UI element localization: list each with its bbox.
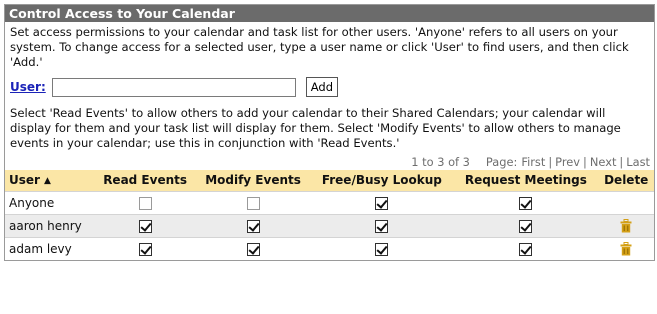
trash-icon[interactable]: [620, 242, 632, 256]
freebusy-lookup-checkbox[interactable]: [375, 242, 389, 256]
read-events-checkbox[interactable]: [138, 219, 152, 233]
permission-cell: [310, 236, 454, 260]
column-header-label: User: [9, 173, 40, 188]
permission-cell: [453, 213, 599, 237]
column-header-request-meetings: Request Meetings: [453, 170, 599, 191]
result-count: 1 to 3 of 3: [411, 155, 470, 169]
column-header-modify-events: Modify Events: [195, 170, 311, 191]
column-header-read-events: Read Events: [94, 170, 196, 191]
panel-title: Control Access to Your Calendar: [5, 5, 654, 22]
permission-cell: [195, 236, 311, 260]
next-page-link[interactable]: Next: [590, 155, 617, 169]
sort-ascending-icon[interactable]: ▲: [44, 176, 51, 186]
page-label: Page:: [485, 155, 518, 169]
first-page-link[interactable]: First: [521, 155, 545, 169]
user-entry-row: User: Add: [5, 75, 654, 99]
user-name-cell: aaron henry: [5, 213, 95, 237]
permission-cell: [310, 213, 454, 237]
help-text: Select 'Read Events' to allow others to …: [10, 106, 621, 150]
permission-cell: [195, 190, 311, 214]
read-events-checkbox[interactable]: [138, 196, 152, 210]
permission-cell: [453, 236, 599, 260]
column-header-user[interactable]: User ▲: [5, 170, 95, 191]
pager-divider: |: [619, 155, 624, 169]
prev-page-link[interactable]: Prev: [555, 155, 580, 169]
delete-cell: [598, 213, 654, 237]
user-name-cell: adam levy: [5, 236, 95, 260]
read-events-checkbox[interactable]: [138, 242, 152, 256]
column-header-freebusy-lookup: Free/Busy Lookup: [310, 170, 454, 191]
table-row: aaron henry: [5, 213, 654, 237]
permission-cell: [94, 236, 196, 260]
user-lookup-link[interactable]: User:: [10, 80, 46, 94]
request-meetings-checkbox[interactable]: [519, 219, 533, 233]
delete-cell: [598, 236, 654, 260]
request-meetings-checkbox[interactable]: [519, 196, 533, 210]
last-page-link[interactable]: Last: [626, 155, 650, 169]
pager-divider: |: [548, 155, 553, 169]
permission-cell: [94, 213, 196, 237]
permissions-table: User ▲ Read Events Modify Events Free/Bus…: [5, 170, 654, 260]
add-button[interactable]: Add: [305, 77, 339, 97]
modify-events-checkbox[interactable]: [246, 196, 260, 210]
modify-events-checkbox[interactable]: [246, 242, 260, 256]
pager-divider: |: [583, 155, 587, 169]
table-header-row: User ▲ Read Events Modify Events Free/Bus…: [5, 170, 654, 191]
permission-cell: [310, 190, 454, 214]
trash-icon[interactable]: [620, 218, 632, 233]
permission-cell: [195, 213, 311, 237]
delete-cell: [598, 190, 654, 214]
permission-cell: [94, 190, 196, 214]
intro-text: Set access permissions to your calendar …: [10, 25, 629, 69]
column-header-delete: Delete: [598, 170, 654, 191]
permission-cell: [453, 190, 599, 214]
request-meetings-checkbox[interactable]: [519, 242, 533, 256]
user-name-input[interactable]: [51, 77, 296, 97]
access-control-panel: Control Access to Your Calendar Set acce…: [4, 4, 655, 261]
modify-events-checkbox[interactable]: [246, 219, 260, 233]
user-name-cell: Anyone: [5, 190, 95, 214]
table-row: adam levy: [5, 236, 654, 260]
freebusy-lookup-checkbox[interactable]: [375, 219, 389, 233]
freebusy-lookup-checkbox[interactable]: [375, 196, 389, 210]
pagination: 1 to 3 of 3 Page: First | Prev | Next | …: [5, 151, 654, 170]
table-row: Anyone: [5, 190, 654, 214]
